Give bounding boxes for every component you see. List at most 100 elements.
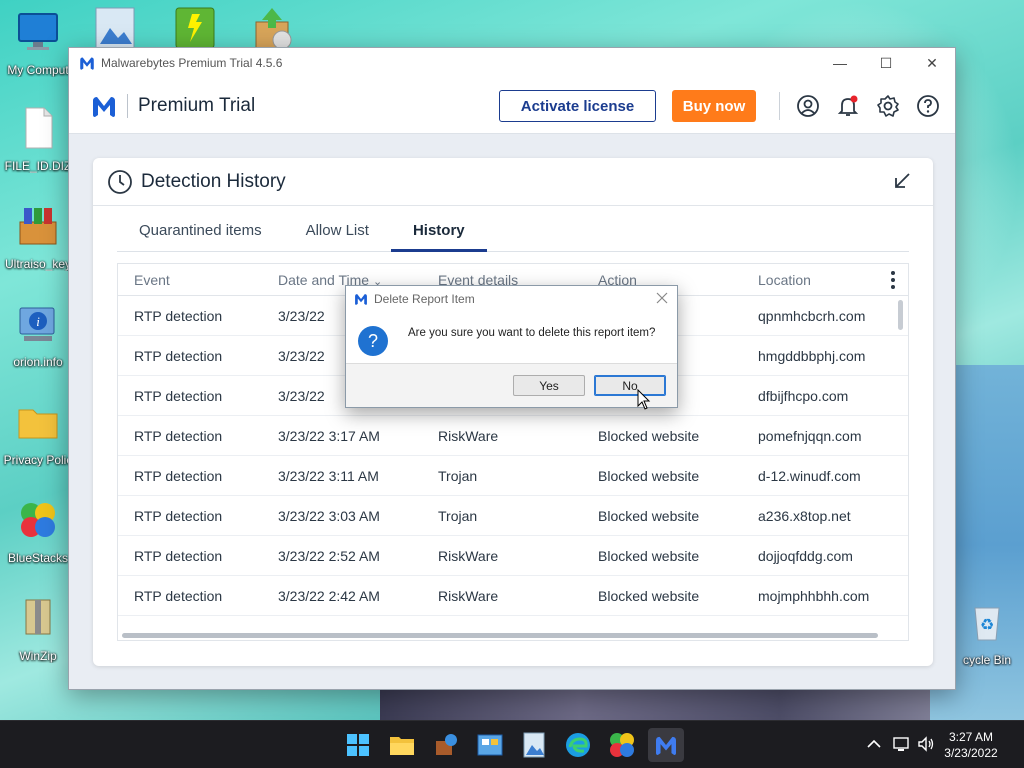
cell-location: qpnmhcbcrh.com xyxy=(758,307,866,324)
question-icon: ? xyxy=(358,326,388,356)
cell-date: 3/23/22 2:52 AM xyxy=(278,547,380,564)
account-icon[interactable] xyxy=(796,94,820,118)
table-row[interactable]: RTP detection 3/23/22 3:03 AM Trojan Blocke… xyxy=(118,496,908,536)
desktop-icon-orion-info[interactable]: i orion.info xyxy=(2,302,74,369)
vertical-scrollbar[interactable] xyxy=(898,300,903,330)
maximize-button[interactable]: ☐ xyxy=(863,48,909,78)
cell-location: dfbijfhcpo.com xyxy=(758,387,849,404)
desktop-icon-label: Ultraiso_key xyxy=(4,257,72,271)
cell-action: Blocked website xyxy=(598,427,700,444)
column-header-event[interactable]: Event xyxy=(118,272,278,288)
desktop-icon-bluestacks[interactable]: BlueStacks xyxy=(2,498,74,565)
help-icon[interactable] xyxy=(916,94,940,118)
malwarebytes-logo-icon xyxy=(656,736,676,755)
column-header-location[interactable]: Location xyxy=(758,272,888,288)
edge-browser-icon[interactable] xyxy=(562,729,594,761)
malwarebytes-taskbar-button[interactable] xyxy=(648,728,684,762)
cell-event: RTP detection xyxy=(134,587,223,604)
cell-details: RiskWare xyxy=(438,587,499,604)
dialog-titlebar[interactable]: Delete Report Item xyxy=(346,286,677,312)
network-app-icon[interactable] xyxy=(430,729,462,761)
app-title: Premium Trial xyxy=(138,94,256,116)
desktop-icon-label: My Comput xyxy=(7,63,69,77)
pictures-app-icon[interactable] xyxy=(92,6,138,48)
cell-action: Blocked website xyxy=(598,507,700,524)
table-row[interactable]: RTP detection 3/23/22 2:42 AM RiskWare Bloc… xyxy=(118,576,908,616)
tab-quarantined-items[interactable]: Quarantined items xyxy=(117,218,284,252)
cell-event: RTP detection xyxy=(134,427,223,444)
card-title: Detection History xyxy=(141,170,286,192)
desktop-icon-file-id[interactable]: FILE_ID.DIZ xyxy=(2,106,74,173)
bluestacks-taskbar-icon[interactable] xyxy=(606,729,638,761)
tab-history[interactable]: History xyxy=(390,218,487,252)
desktop-icon-my-computer[interactable]: My Comput xyxy=(2,10,74,77)
cell-date: 3/23/22 3:11 AM xyxy=(278,467,379,484)
history-clock-icon xyxy=(108,169,132,194)
desktop-icon-label: orion.info xyxy=(13,355,63,369)
table-row[interactable]: RTP detection 3/23/22 2:52 AM RiskWare Bloc… xyxy=(118,536,908,576)
bluestacks-icon xyxy=(21,503,55,537)
dialog-close-icon[interactable] xyxy=(655,291,669,305)
desktop-icon-ultraiso[interactable]: Ultraiso_key xyxy=(2,204,74,271)
more-options-icon[interactable] xyxy=(886,270,900,290)
cell-date: 3/23/22 3:17 AM xyxy=(278,427,380,444)
tab-allow-list[interactable]: Allow List xyxy=(284,218,391,252)
no-button[interactable]: No xyxy=(594,375,666,396)
installer-app-icon[interactable] xyxy=(250,6,296,48)
malwarebytes-logo-icon xyxy=(80,57,94,70)
desktop-icon-label: cycle Bin xyxy=(962,653,1012,667)
desktop-icon-label: WinZip xyxy=(19,649,57,663)
chevron-up-icon[interactable] xyxy=(865,735,883,753)
cell-details: RiskWare xyxy=(438,547,499,564)
malwarebytes-logo-icon xyxy=(355,294,367,305)
cell-event: RTP detection xyxy=(134,507,223,524)
settings-gear-icon[interactable] xyxy=(876,94,900,118)
desktop-icon-winzip[interactable]: WinZip xyxy=(2,596,74,663)
info-computer-icon: i xyxy=(19,307,55,341)
control-panel-icon[interactable] xyxy=(474,729,506,761)
cell-date: 3/23/22 3:03 AM xyxy=(278,507,380,524)
photos-app-icon[interactable] xyxy=(518,729,550,761)
document-icon xyxy=(25,107,53,149)
volume-icon[interactable] xyxy=(917,735,935,753)
mouse-pointer-icon xyxy=(637,389,651,410)
minimize-button[interactable]: — xyxy=(817,48,863,78)
close-button[interactable]: ✕ xyxy=(909,48,955,78)
horizontal-scrollbar[interactable] xyxy=(122,633,878,638)
table-row[interactable]: RTP detection 3/23/22 3:17 AM RiskWare Bloc… xyxy=(118,416,908,456)
svg-text:i: i xyxy=(36,314,40,329)
cell-event: RTP detection xyxy=(134,547,223,564)
cell-date: 3/23/22 2:42 AM xyxy=(278,587,380,604)
desktop-icon-label: Privacy Polic xyxy=(3,453,73,467)
window-title: Malwarebytes Premium Trial 4.5.6 xyxy=(101,56,283,70)
yes-button[interactable]: Yes xyxy=(513,375,585,396)
header-divider xyxy=(127,93,128,118)
cell-details: Trojan xyxy=(438,467,478,484)
collapse-arrow-icon[interactable] xyxy=(893,172,911,190)
desktop-icon-privacy-policy[interactable]: Privacy Polic xyxy=(2,400,74,467)
table-row[interactable]: RTP detection 3/23/22 3:11 AM Trojan Blocke… xyxy=(118,456,908,496)
cell-event: RTP detection xyxy=(134,467,223,484)
card-header: Detection History xyxy=(93,158,933,206)
window-titlebar[interactable]: Malwarebytes Premium Trial 4.5.6 — ☐ ✕ xyxy=(69,48,955,78)
notification-bell-icon[interactable] xyxy=(836,94,860,118)
clock-date: 3/23/2022 xyxy=(944,746,998,760)
network-icon[interactable] xyxy=(892,735,910,753)
svg-text:♻: ♻ xyxy=(980,617,994,634)
file-explorer-icon[interactable] xyxy=(386,729,418,761)
cell-event: RTP detection xyxy=(134,347,223,364)
cell-location: a236.x8top.net xyxy=(758,507,851,524)
detection-history-card: Detection History Quarantined items Allo… xyxy=(93,158,933,666)
folder-icon xyxy=(18,409,58,439)
desktop-icon-label: BlueStacks xyxy=(7,551,69,565)
activate-license-button[interactable]: Activate license xyxy=(499,90,656,122)
cell-location: pomefnjqqn.com xyxy=(758,427,862,444)
buy-now-button[interactable]: Buy now xyxy=(672,90,756,122)
cell-action: Blocked website xyxy=(598,587,700,604)
desktop-icon-recycle-bin[interactable]: ♻ cycle Bin xyxy=(952,600,1022,667)
start-windows-icon[interactable] xyxy=(342,729,374,761)
green-app-icon[interactable] xyxy=(174,6,216,48)
system-clock[interactable]: 3:27 AM 3/23/2022 xyxy=(936,729,1006,761)
cell-details: Trojan xyxy=(438,507,478,524)
cell-location: hmgddbbphj.com xyxy=(758,347,866,364)
